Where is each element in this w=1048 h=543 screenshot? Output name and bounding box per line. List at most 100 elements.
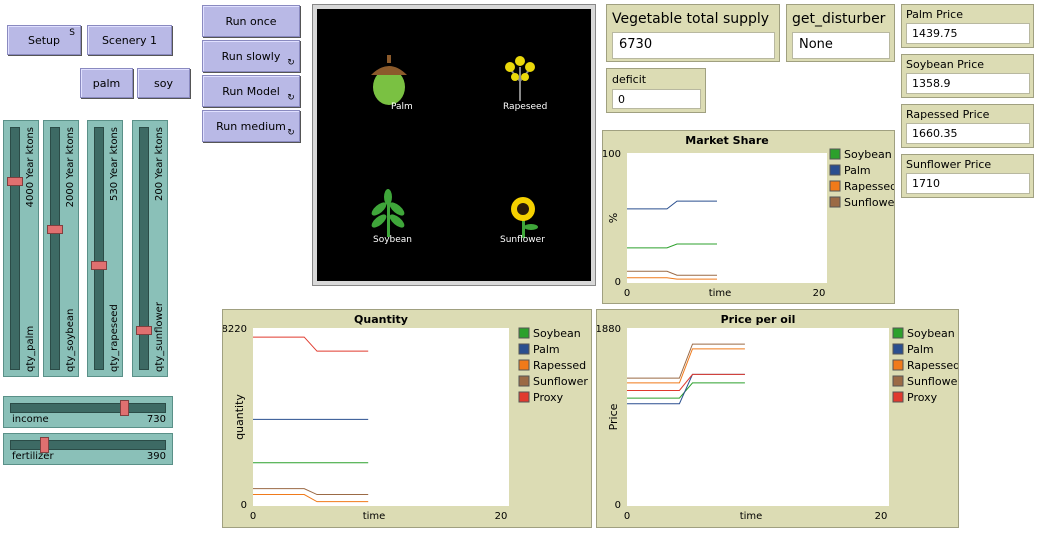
world-label-soybean: Soybean xyxy=(373,235,412,245)
setup-button[interactable]: Setup S xyxy=(7,25,81,55)
y-tick-label: 0 xyxy=(615,500,621,511)
legend-label: Soybean xyxy=(907,327,955,340)
legend-label: Rapessed xyxy=(533,359,586,372)
x-axis-label: time xyxy=(740,511,763,522)
run-model-button[interactable]: Run Model ↻ xyxy=(202,75,300,107)
legend-label: Palm xyxy=(844,164,871,177)
slider-qty-palm[interactable]: qty_palm 4000 Year ktons xyxy=(3,120,39,377)
legend-label: Rapessed xyxy=(844,180,894,193)
plot-area xyxy=(627,328,889,506)
scenery1-button-label: Scenery 1 xyxy=(101,33,158,47)
world-view[interactable]: Palm Rapeseed Soybean Sunflower xyxy=(312,4,596,286)
legend-label: Proxy xyxy=(533,391,564,404)
palm-button[interactable]: palm xyxy=(80,68,133,98)
market-share-chart: Market Share 100 00 20 time% Soybean Palm Rapes… xyxy=(603,134,894,299)
forever-loop-icon: ↻ xyxy=(287,128,295,138)
legend-label: Palm xyxy=(533,343,560,356)
x-axis-label: time xyxy=(363,511,386,522)
slider-variable-name: qty_rapeseed xyxy=(109,304,120,372)
slider-fertilizer[interactable]: fertilizer 390 xyxy=(3,433,173,465)
forever-loop-icon: ↻ xyxy=(287,58,295,68)
y-axis-label: Price xyxy=(607,403,620,430)
palm-button-label: palm xyxy=(92,76,121,90)
slider-thumb[interactable] xyxy=(47,225,63,234)
soy-button[interactable]: soy xyxy=(137,68,190,98)
x-tick-label: 20 xyxy=(495,511,508,522)
monitor-value: 1439.75 xyxy=(906,23,1030,44)
slider-thumb[interactable] xyxy=(7,177,23,186)
slider-value: 390 xyxy=(146,451,166,462)
slider-thumb[interactable] xyxy=(136,326,152,335)
monitor-label: Soybean Price xyxy=(906,58,985,71)
x-tick-label: 0 xyxy=(624,288,630,299)
monitor-label: Palm Price xyxy=(906,8,963,21)
slider-value: 730 xyxy=(146,414,166,425)
slider-qty-sunflower[interactable]: qty_sunflower 200 Year ktons xyxy=(132,120,168,377)
monitor-deficit: deficit 0 xyxy=(606,68,706,113)
slider-income[interactable]: income 730 xyxy=(3,396,173,428)
monitor-label: get_disturber xyxy=(792,11,886,27)
monitor-value: 1660.35 xyxy=(906,123,1030,144)
slider-track xyxy=(94,127,104,370)
plot-area xyxy=(627,153,827,283)
monitor-value: 6730 xyxy=(612,32,775,59)
legend-swatch xyxy=(829,148,841,160)
monitor-sunflower-price: Sunflower Price 1710 xyxy=(901,154,1034,198)
run-once-button[interactable]: Run once xyxy=(202,5,300,37)
legend-swatch xyxy=(518,327,530,339)
monitor-value: None xyxy=(792,32,890,59)
x-axis-label: time xyxy=(709,288,732,299)
legend-swatch xyxy=(892,359,904,371)
slider-variable-name: qty_palm xyxy=(25,325,36,372)
plot-quantity: Quantity 8220 0 0 20 time quantity Soybean Palm R… xyxy=(222,309,592,528)
slider-track xyxy=(50,127,60,370)
run-medium-button[interactable]: Run medium ↻ xyxy=(202,110,300,142)
slider-track xyxy=(10,127,20,370)
world-canvas: Palm Rapeseed Soybean Sunflower xyxy=(317,9,591,281)
legend-swatch xyxy=(829,180,841,192)
legend-swatch xyxy=(892,375,904,387)
legend-label: Sunflower xyxy=(844,196,894,209)
scenery1-button[interactable]: Scenery 1 xyxy=(87,25,172,55)
y-tick-label: 0 xyxy=(615,277,621,288)
x-tick-label: 20 xyxy=(875,511,888,522)
legend-swatch xyxy=(518,343,530,355)
y-tick-label: 100 xyxy=(603,149,621,160)
legend-swatch xyxy=(518,391,530,403)
legend-swatch xyxy=(892,343,904,355)
slider-thumb[interactable] xyxy=(91,261,107,270)
slider-variable-name: income xyxy=(12,414,49,425)
world-label-rapeseed: Rapeseed xyxy=(503,102,547,112)
slider-qty-rapeseed[interactable]: qty_rapeseed 530 Year ktons xyxy=(87,120,123,377)
monitor-label: Vegetable total supply xyxy=(612,11,770,27)
plot-price-per-oil: Price per oil 1880 0 0 20 time Price Soybean Pal… xyxy=(596,309,959,528)
run-slowly-button[interactable]: Run slowly ↻ xyxy=(202,40,300,72)
slider-track xyxy=(10,440,166,450)
monitor-vegetable-total-supply: Vegetable total supply 6730 xyxy=(606,4,780,62)
monitor-value: 1358.9 xyxy=(906,73,1030,94)
slider-thumb[interactable] xyxy=(120,400,129,416)
slider-qty-soybean[interactable]: qty_soybean 2000 Year ktons xyxy=(43,120,79,377)
setup-button-label: Setup xyxy=(27,33,61,47)
legend-swatch xyxy=(892,391,904,403)
run-model-label: Run Model xyxy=(222,84,280,98)
legend-label: Soybean xyxy=(844,148,892,161)
quantity-chart: Quantity 8220 00 20 time quantity Soybean Palm R… xyxy=(223,313,588,522)
x-tick-label: 20 xyxy=(813,288,826,299)
monitor-palm-price: Palm Price 1439.75 xyxy=(901,4,1034,48)
monitor-value: 0 xyxy=(612,89,701,109)
forever-loop-icon: ↻ xyxy=(287,93,295,103)
price-per-oil-chart: Price per oil 1880 00 20 time Price Soybean Pal… xyxy=(597,313,958,522)
slider-variable-name: qty_soybean xyxy=(65,308,76,372)
legend-label: Soybean xyxy=(533,327,581,340)
plot-market-share: Market Share 100 0 0 20 time% Soybean Palm Rapes… xyxy=(602,130,895,304)
slider-value: 530 Year ktons xyxy=(109,127,120,201)
slider-value: 200 Year ktons xyxy=(154,127,165,201)
chart-title: Market Share xyxy=(685,134,768,147)
chart-title: Quantity xyxy=(354,313,408,326)
monitor-label: Rapessed Price xyxy=(906,108,990,121)
setup-shortcut-key: S xyxy=(69,28,75,38)
legend-label: Proxy xyxy=(907,391,938,404)
run-medium-label: Run medium xyxy=(216,119,286,133)
soy-button-label: soy xyxy=(154,76,173,90)
